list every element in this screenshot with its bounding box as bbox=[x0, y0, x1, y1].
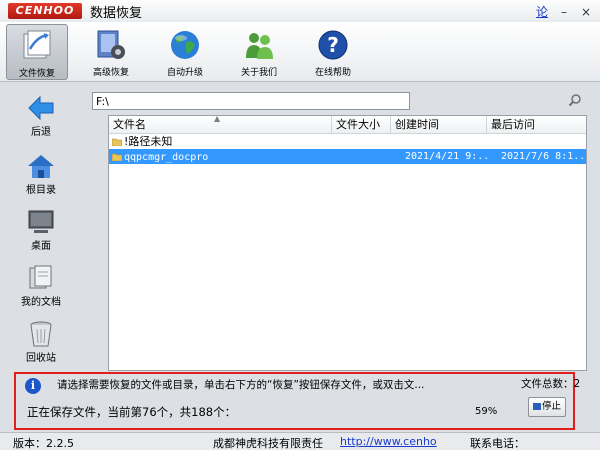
website-link[interactable]: http://www.cenho bbox=[340, 435, 437, 448]
folder-icon bbox=[112, 153, 122, 161]
file-name: qqpcmgr_docpro bbox=[124, 152, 209, 163]
column-header-size[interactable]: 文件大小 bbox=[332, 116, 391, 134]
globe-icon bbox=[171, 31, 199, 59]
toolbar-file-recovery[interactable]: 文件恢复 bbox=[6, 24, 68, 80]
status-panel: i 请选择需要恢复的文件或目录，单击右下方的“恢复”按钮保存文件，或双击文...… bbox=[14, 372, 580, 430]
toolbar-auto-update[interactable]: 自动升级 bbox=[154, 24, 216, 80]
file-created: 2021/4/21 9:... bbox=[405, 151, 491, 162]
title-bar: CENHOO 数据恢复 论 – × bbox=[0, 0, 600, 22]
file-created bbox=[405, 134, 491, 149]
table-row[interactable]: qqpcmgr_docpro 2021/4/21 9:... 2021/7/6 … bbox=[109, 149, 587, 164]
file-size bbox=[335, 134, 391, 149]
home-icon bbox=[28, 155, 54, 178]
file-count: 文件总数：2 bbox=[521, 378, 581, 390]
table-row[interactable]: !路径未知 bbox=[109, 134, 586, 149]
status-hint: 请选择需要恢复的文件或目录，单击右下方的“恢复”按钮保存文件，或双击文... bbox=[57, 379, 425, 391]
toolbar-online-help[interactable]: ? 在线帮助 bbox=[302, 24, 364, 80]
file-count-value: 2 bbox=[573, 378, 581, 390]
file-name: !路径未知 bbox=[124, 135, 173, 148]
nav-root[interactable]: 根目录 bbox=[8, 152, 74, 204]
company-name: 成都神虎科技有限责任 bbox=[213, 437, 323, 450]
forum-link[interactable]: 论 bbox=[536, 3, 548, 20]
progress-percent: 59% bbox=[475, 406, 498, 417]
nav-my-documents[interactable]: 我的文档 bbox=[8, 264, 74, 316]
path-input[interactable] bbox=[92, 92, 410, 110]
documents-icon bbox=[29, 265, 52, 289]
file-browser-panel: ▲ 文件名 文件大小 创建时间 最后访问 !路径未知 qqpcmgr_docpr… bbox=[92, 88, 592, 371]
nav-desktop[interactable]: 桌面 bbox=[8, 208, 74, 260]
app-logo: CENHOO bbox=[8, 3, 82, 19]
column-header-created[interactable]: 创建时间 bbox=[391, 116, 487, 134]
status-bar: 版本：2.2.5 成都神虎科技有限责任 http://www.cenho 联系电… bbox=[0, 432, 600, 450]
version-label: 版本：2.2.5 bbox=[13, 437, 74, 450]
stop-button[interactable]: 停止 bbox=[528, 397, 566, 417]
column-header-accessed[interactable]: 最后访问 bbox=[487, 116, 586, 134]
help-icon: ? bbox=[318, 30, 348, 60]
back-arrow-icon bbox=[28, 95, 54, 121]
recycle-bin-icon bbox=[30, 321, 52, 347]
contact-phone-label: 联系电话： bbox=[470, 437, 525, 450]
stop-icon bbox=[532, 403, 541, 410]
info-icon: i bbox=[25, 378, 41, 394]
file-list[interactable]: ▲ 文件名 文件大小 创建时间 最后访问 !路径未知 qqpcmgr_docpr… bbox=[108, 114, 587, 371]
toolbar-about-us[interactable]: 关于我们 bbox=[228, 24, 290, 80]
file-size bbox=[335, 149, 391, 164]
left-navigation: 后退 根目录 桌面 我的文档 回收站 bbox=[8, 88, 74, 370]
progress-text: 正在保存文件，当前第76个，共188个： bbox=[27, 405, 237, 419]
column-header-name[interactable]: 文件名 bbox=[109, 116, 332, 134]
file-recovery-icon bbox=[23, 30, 51, 59]
toolbar-advanced-recovery[interactable]: 高级恢复 bbox=[80, 24, 142, 80]
window-title: 数据恢复 bbox=[90, 5, 143, 21]
nav-back[interactable]: 后退 bbox=[8, 94, 74, 146]
folder-icon bbox=[112, 138, 122, 146]
close-button[interactable]: × bbox=[580, 5, 592, 19]
svg-text:?: ? bbox=[327, 33, 339, 57]
search-icon[interactable] bbox=[568, 93, 582, 107]
desktop-icon bbox=[28, 210, 54, 233]
minimize-button[interactable]: – bbox=[558, 5, 570, 19]
nav-recycle-bin[interactable]: 回收站 bbox=[8, 320, 74, 372]
people-icon bbox=[246, 33, 273, 59]
file-accessed bbox=[501, 134, 587, 149]
file-accessed: 2021/7/6 8:1... bbox=[501, 151, 587, 162]
main-toolbar: 文件恢复 高级恢复 自动升级 关于我们 ? 在线帮助 bbox=[0, 22, 600, 82]
advanced-recovery-icon bbox=[97, 30, 125, 59]
file-list-header: ▲ 文件名 文件大小 创建时间 最后访问 bbox=[109, 114, 586, 134]
